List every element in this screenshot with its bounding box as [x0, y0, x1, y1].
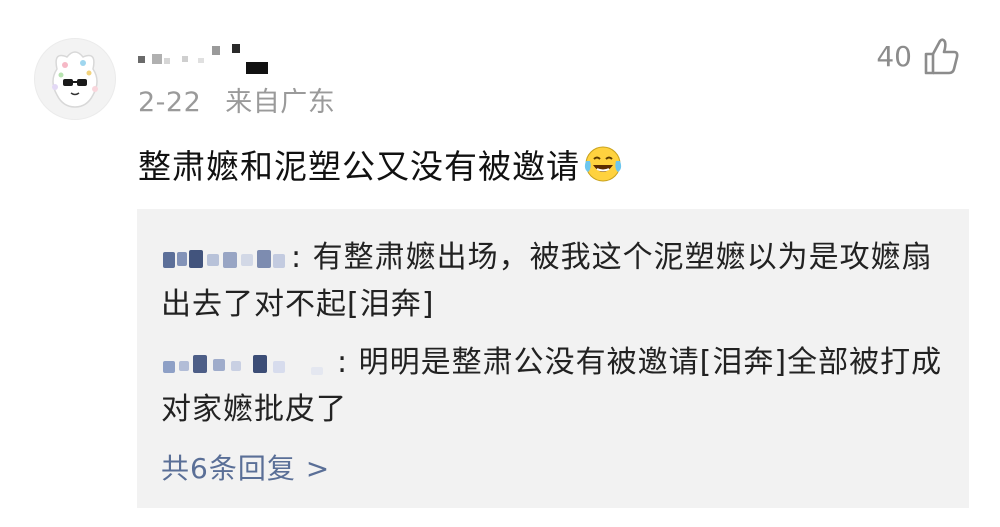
comment-date: 2-22: [138, 87, 202, 118]
view-more-replies-link[interactable]: 共6条回复 >: [161, 447, 330, 487]
user-avatar[interactable]: [34, 38, 116, 120]
laughing-crying-emoji-icon: [584, 146, 622, 182]
reply-username-censored: [161, 349, 337, 379]
thumbs-up-icon: [924, 38, 959, 75]
like-button[interactable]: 40: [876, 36, 960, 76]
comment-card: 2-22 来自广东 40 整肃嬷和泥塑公又没有被邀请: 有整肃嬷出场，被我这个…: [0, 0, 1000, 527]
reply-list: : 有整肃嬷出场，被我这个泥塑嬷以为是攻嬷扇出去了对不起[泪奔] : 明明是整肃…: [137, 209, 969, 508]
reply-item[interactable]: : 明明是整肃公没有被邀请[泪奔]全部被打成对家嬷批皮了: [161, 339, 951, 433]
comment-text: 整肃嬷和泥塑公又没有被邀请: [138, 140, 622, 188]
avatar-cartoon-icon: [52, 51, 98, 108]
comment-location: 来自广东: [225, 87, 336, 118]
username-censored[interactable]: [138, 42, 270, 76]
reply-username-censored: [161, 244, 291, 274]
comment-meta: 2-22 来自广东: [138, 80, 335, 119]
reply-separator: :: [337, 345, 359, 380]
like-count: 40: [876, 39, 912, 73]
comment-body: 整肃嬷和泥塑公又没有被邀请: [138, 147, 580, 186]
reply-item[interactable]: : 有整肃嬷出场，被我这个泥塑嬷以为是攻嬷扇出去了对不起[泪奔]: [161, 234, 951, 328]
reply-separator: :: [291, 240, 313, 275]
